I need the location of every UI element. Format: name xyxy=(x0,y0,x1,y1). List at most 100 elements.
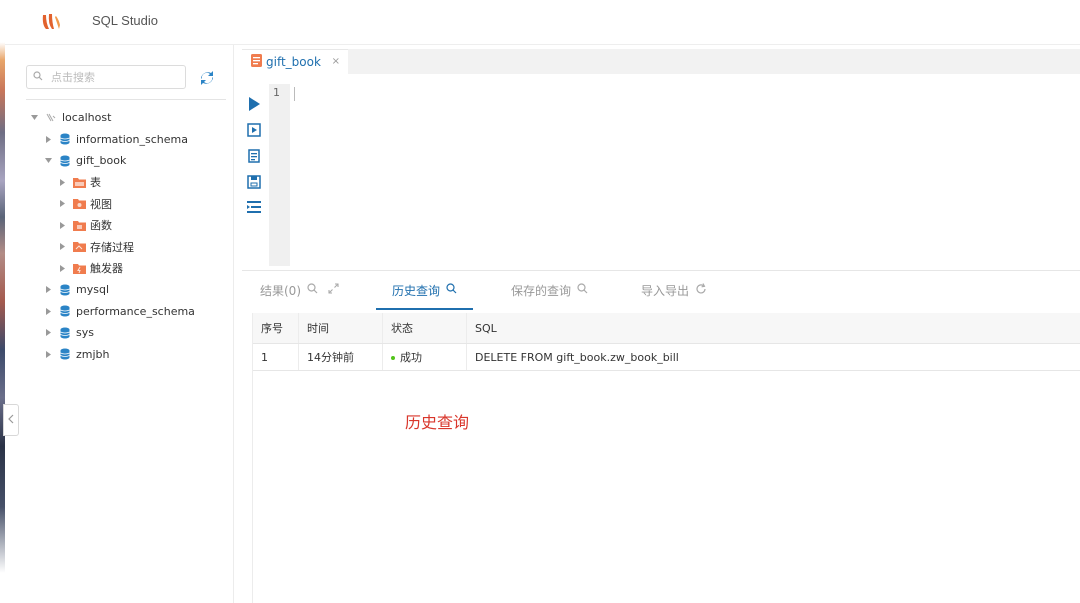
tree-node-information-schema[interactable]: information_schema xyxy=(5,129,233,151)
tab-import-export-label: 导入导出 xyxy=(641,283,690,298)
caret-down-icon[interactable] xyxy=(44,158,52,164)
caret-right-icon[interactable] xyxy=(44,286,52,294)
tab-history-label: 历史查询 xyxy=(392,283,441,298)
col-header-index[interactable]: 序号 xyxy=(253,313,299,344)
annotation-text: 历史查询 xyxy=(405,413,470,432)
tree-node-zmjbh[interactable]: zmjbh xyxy=(5,344,233,366)
tree-node-label: 函数 xyxy=(90,219,112,233)
tab-history[interactable]: 历史查询 xyxy=(376,272,474,310)
database-icon xyxy=(58,283,72,297)
sidebar-divider xyxy=(26,99,226,100)
tab-results[interactable]: 结果(0) xyxy=(260,272,339,308)
search-box[interactable] xyxy=(26,65,186,89)
caret-right-icon[interactable] xyxy=(44,135,52,143)
sql-editor: 1 xyxy=(242,74,1080,271)
tree-node-triggers[interactable]: 触发器 xyxy=(5,258,233,280)
caret-right-icon[interactable] xyxy=(58,243,66,251)
expand-icon[interactable] xyxy=(328,283,339,297)
tree-node-mysql[interactable]: mysql xyxy=(5,279,233,301)
tree-node-label: zmjbh xyxy=(76,347,110,361)
app-logo-icon xyxy=(40,11,62,33)
chevron-left-icon xyxy=(8,413,14,427)
tree-node-label: gift_book xyxy=(76,154,127,168)
history-panel: 序号 时间 状态 SQL 1 14分钟前 成功 DELETE FROM gift… xyxy=(252,313,1080,603)
tree-node-views[interactable]: 视图 xyxy=(5,193,233,215)
folder-icon xyxy=(72,197,86,211)
search-icon[interactable] xyxy=(446,283,457,297)
tree-node-localhost[interactable]: localhost xyxy=(5,107,233,129)
database-icon xyxy=(58,154,72,168)
tree-node-procedures[interactable]: 存储过程 xyxy=(5,236,233,258)
tree-node-gift-book[interactable]: gift_book xyxy=(5,150,233,172)
tree-node-label: information_schema xyxy=(76,132,188,146)
tab-saved-label: 保存的查询 xyxy=(511,283,572,298)
col-header-sql[interactable]: SQL xyxy=(466,313,1080,344)
app-header: SQL Studio xyxy=(5,0,1080,45)
tree-node-label: performance_schema xyxy=(76,304,195,318)
cell-status: 成功 xyxy=(382,343,467,371)
folder-icon xyxy=(72,218,86,232)
format-icon[interactable] xyxy=(246,148,262,164)
folder-icon xyxy=(72,175,86,189)
editor-toolbar xyxy=(242,74,267,270)
tab-import-export[interactable]: 导入导出 xyxy=(641,272,707,308)
caret-right-icon[interactable] xyxy=(58,178,66,186)
database-icon xyxy=(58,304,72,318)
database-icon xyxy=(58,326,72,340)
app-title: SQL Studio xyxy=(92,13,159,28)
save-icon[interactable] xyxy=(246,174,262,190)
db-tree: localhost information_schema gift_book 表… xyxy=(5,107,233,365)
tree-node-label: 触发器 xyxy=(90,262,123,276)
tab-close-icon[interactable]: × xyxy=(332,56,340,67)
history-table: 序号 时间 状态 SQL 1 14分钟前 成功 DELETE FROM gift… xyxy=(253,313,1080,371)
tab-results-label: 结果(0) xyxy=(260,283,301,298)
search-icon[interactable] xyxy=(307,283,318,297)
database-icon xyxy=(58,132,72,146)
refresh-icon[interactable] xyxy=(199,70,215,86)
database-icon xyxy=(58,347,72,361)
caret-right-icon[interactable] xyxy=(58,200,66,208)
result-tabs: 结果(0) 历史查询 保存的查询 导入导出 xyxy=(242,272,1080,310)
caret-down-icon[interactable] xyxy=(30,115,38,121)
server-icon xyxy=(44,111,58,125)
tab-gift-book[interactable]: gift_book × xyxy=(242,49,348,74)
status-text: 成功 xyxy=(400,351,422,364)
tree-node-tables[interactable]: 表 xyxy=(5,172,233,194)
caret-right-icon[interactable] xyxy=(58,264,66,272)
folder-icon xyxy=(72,261,86,275)
run-selected-icon[interactable] xyxy=(246,122,262,138)
tree-node-label: mysql xyxy=(76,283,109,297)
cell-time: 14分钟前 xyxy=(298,343,383,371)
search-icon xyxy=(33,70,43,84)
run-icon[interactable] xyxy=(246,96,262,112)
caret-right-icon[interactable] xyxy=(44,350,52,358)
caret-right-icon[interactable] xyxy=(58,221,66,229)
col-header-time[interactable]: 时间 xyxy=(298,313,383,344)
indent-icon[interactable] xyxy=(246,199,262,215)
tree-node-label: 视图 xyxy=(90,197,112,211)
caret-right-icon[interactable] xyxy=(44,307,52,315)
table-row[interactable]: 1 14分钟前 成功 DELETE FROM gift_book.zw_book… xyxy=(253,343,1080,371)
cell-sql[interactable]: DELETE FROM gift_book.zw_book_bill xyxy=(466,343,1080,371)
tree-node-label: 表 xyxy=(90,176,101,190)
success-dot-icon xyxy=(391,356,395,360)
code-input[interactable] xyxy=(290,84,1070,266)
folder-icon xyxy=(72,240,86,254)
tree-node-functions[interactable]: 函数 xyxy=(5,215,233,237)
tab-saved-queries[interactable]: 保存的查询 xyxy=(511,272,588,308)
refresh-icon[interactable] xyxy=(695,282,707,298)
table-header-row: 序号 时间 状态 SQL xyxy=(253,313,1080,344)
search-icon[interactable] xyxy=(577,283,588,297)
tree-node-sys[interactable]: sys xyxy=(5,322,233,344)
sidebar-collapse-button[interactable] xyxy=(3,404,19,436)
query-file-icon xyxy=(251,54,262,70)
tree-node-label: sys xyxy=(76,326,94,340)
tree-node-label: 存储过程 xyxy=(90,240,134,254)
col-header-status[interactable]: 状态 xyxy=(382,313,467,344)
caret-right-icon[interactable] xyxy=(44,329,52,337)
cell-index: 1 xyxy=(253,343,299,371)
tree-node-label: localhost xyxy=(62,111,112,125)
search-input[interactable] xyxy=(49,69,173,85)
tab-label: gift_book xyxy=(266,55,321,69)
tree-node-performance-schema[interactable]: performance_schema xyxy=(5,301,233,323)
